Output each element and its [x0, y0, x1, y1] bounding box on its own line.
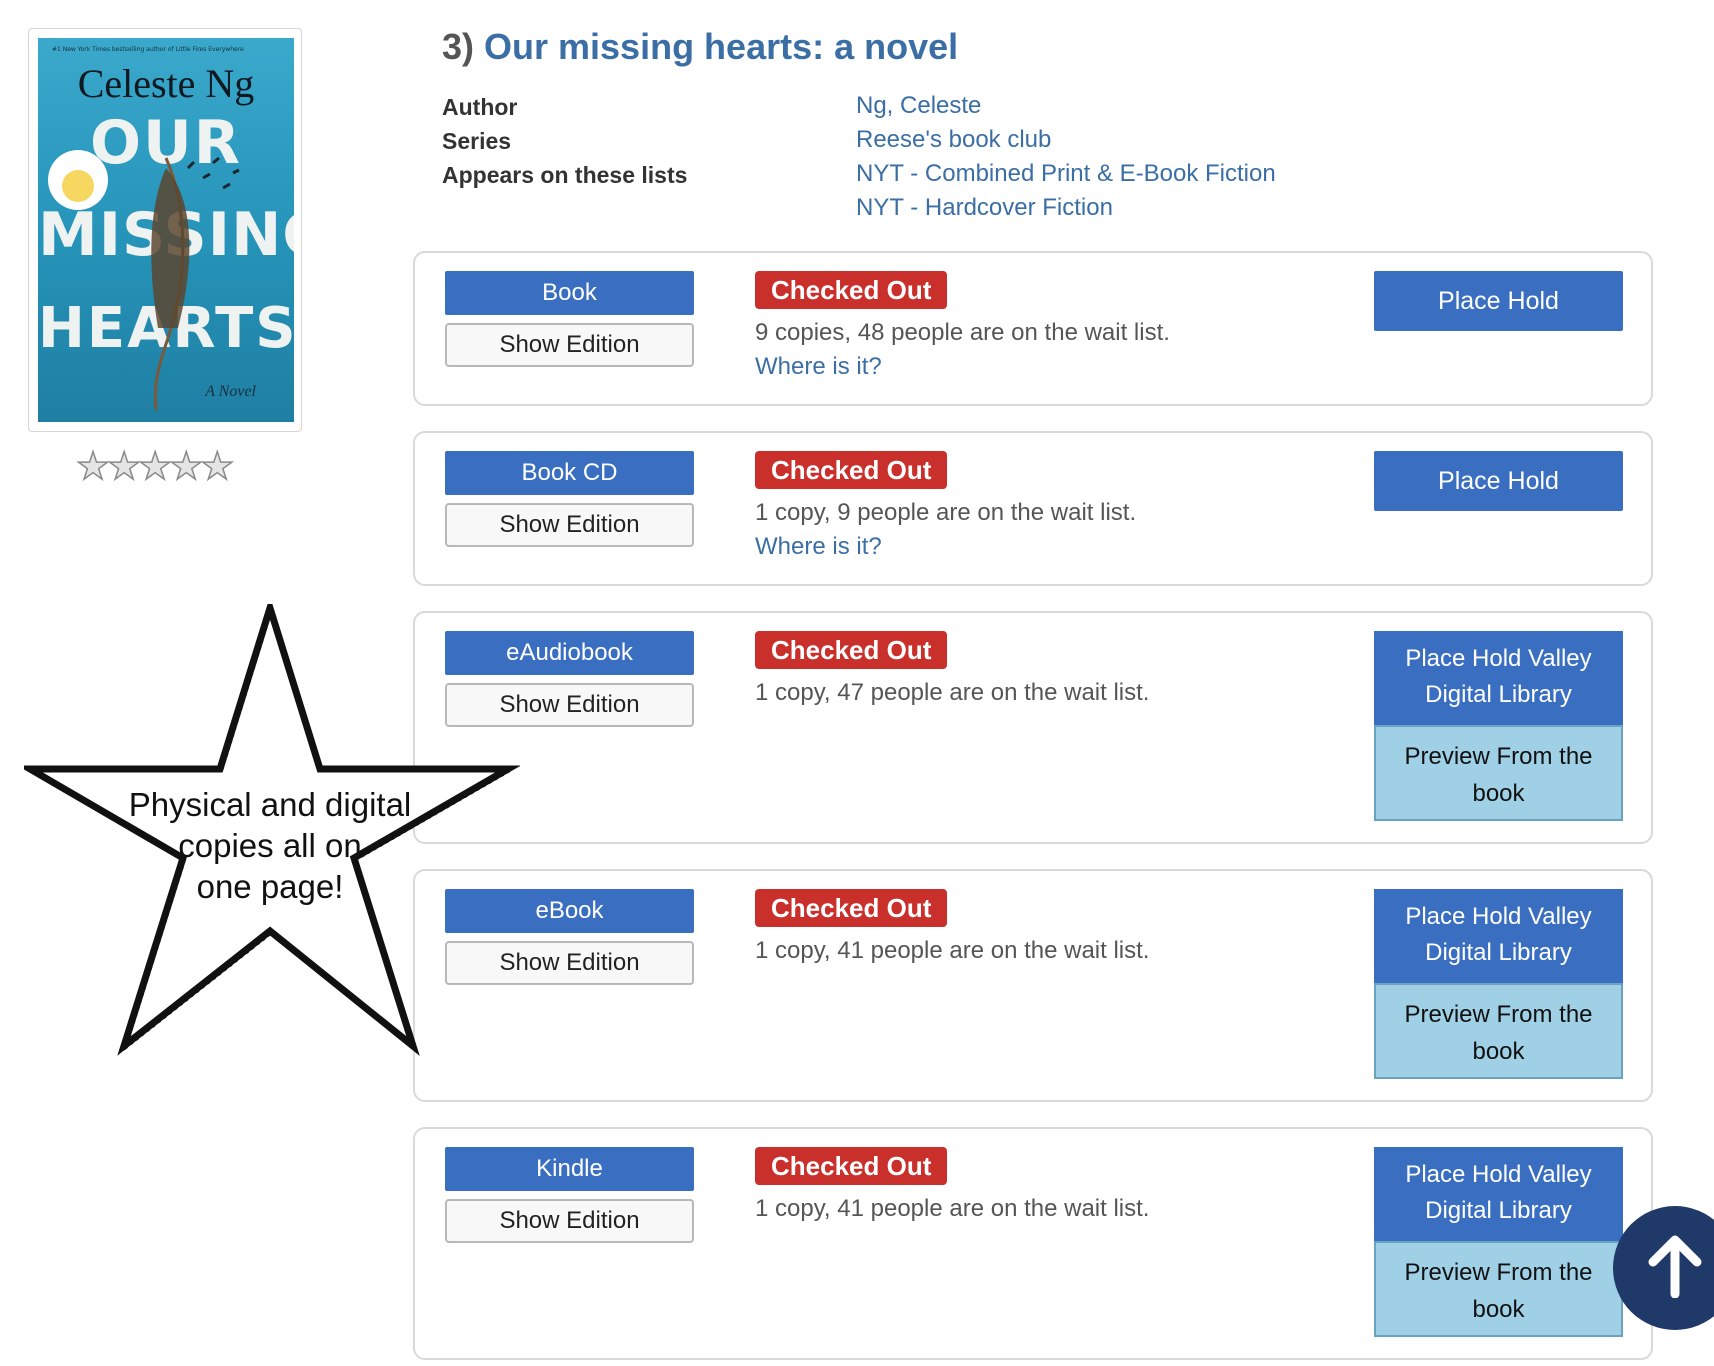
where-is-it-link[interactable]: Where is it?: [755, 353, 882, 381]
author-link[interactable]: Ng, Celeste: [856, 92, 981, 120]
book-cover-image[interactable]: #1 New York Times bestselling author of …: [38, 38, 294, 422]
lists-label: Appears on these lists: [442, 162, 688, 188]
preview-label-line: Preview From the: [1404, 1259, 1593, 1286]
copies-text: 1 copy, 47 people are on the wait list.: [755, 679, 1150, 706]
status-badge: Checked Out: [755, 451, 948, 489]
show-edition-button[interactable]: Show Edition: [445, 503, 694, 547]
hold-label-line: Digital Library: [1425, 681, 1572, 708]
arrow-up-icon: [1648, 1235, 1702, 1298]
where-is-it-link[interactable]: Where is it?: [755, 533, 882, 561]
show-edition-button[interactable]: Show Edition: [445, 323, 694, 367]
author-label: Author: [442, 94, 518, 120]
preview-label-line: book: [1472, 780, 1525, 807]
place-hold-button[interactable]: Place Hold: [1374, 451, 1623, 511]
format-card-book-cd: Book CD Show Edition Checked Out 1 copy,…: [413, 431, 1653, 586]
place-hold-digital-library-button[interactable]: Place Hold Valley Digital Library: [1374, 1147, 1623, 1241]
hold-label-line: Place Hold Valley: [1405, 645, 1592, 672]
copies-text: 1 copy, 41 people are on the wait list.: [755, 937, 1150, 964]
preview-button[interactable]: Preview From the book: [1374, 1241, 1623, 1337]
status-badge: Checked Out: [755, 889, 948, 927]
status-badge: Checked Out: [755, 631, 948, 669]
cover-frame: #1 New York Times bestselling author of …: [28, 28, 302, 432]
copies-text: 1 copy, 41 people are on the wait list.: [755, 1195, 1150, 1222]
hold-label-line: Digital Library: [1425, 939, 1572, 966]
annotation-line: Physical and digital: [128, 786, 412, 823]
hold-label-line: Place Hold Valley: [1405, 903, 1592, 930]
annotation-text: Physical and digital copies all on one p…: [110, 784, 430, 907]
title-link[interactable]: Our missing hearts: a novel: [484, 26, 958, 67]
format-button-book-cd[interactable]: Book CD: [445, 451, 694, 495]
record-number: 3): [442, 26, 475, 67]
preview-label-line: book: [1472, 1038, 1525, 1065]
status-badge: Checked Out: [755, 1147, 948, 1185]
copies-text: 1 copy, 9 people are on the wait list.: [755, 499, 1137, 526]
record-title: 3) Our missing hearts: a novel: [442, 26, 958, 68]
place-hold-button[interactable]: Place Hold: [1374, 271, 1623, 331]
format-button-book[interactable]: Book: [445, 271, 694, 315]
series-link[interactable]: Reese's book club: [856, 126, 1051, 154]
annotation-line: one page!: [196, 868, 344, 905]
format-card-eaudiobook: eAudiobook Show Edition Checked Out 1 co…: [413, 611, 1653, 844]
list-link[interactable]: NYT - Hardcover Fiction: [856, 194, 1113, 222]
preview-label-line: Preview From the: [1404, 1001, 1593, 1028]
preview-button[interactable]: Preview From the book: [1374, 983, 1623, 1079]
hold-label-line: Digital Library: [1425, 1197, 1572, 1224]
feather-icon: [151, 156, 240, 411]
place-hold-digital-library-button[interactable]: Place Hold Valley Digital Library: [1374, 889, 1623, 983]
format-button-kindle[interactable]: Kindle: [445, 1147, 694, 1191]
preview-button[interactable]: Preview From the book: [1374, 725, 1623, 821]
show-edition-button[interactable]: Show Edition: [445, 1199, 694, 1243]
status-badge: Checked Out: [755, 271, 948, 309]
star-rating[interactable]: ★★★★★: [75, 444, 235, 489]
cover-subtitle: A Novel: [205, 383, 256, 400]
copies-text: 9 copies, 48 people are on the wait list…: [755, 319, 1170, 346]
format-card-ebook: eBook Show Edition Checked Out 1 copy, 4…: [413, 869, 1653, 1102]
format-card-kindle: Kindle Show Edition Checked Out 1 copy, …: [413, 1127, 1653, 1360]
hold-label-line: Place Hold Valley: [1405, 1161, 1592, 1188]
preview-label-line: book: [1472, 1296, 1525, 1323]
preview-label-line: Preview From the: [1404, 743, 1593, 770]
list-link[interactable]: NYT - Combined Print & E-Book Fiction: [856, 160, 1276, 188]
series-label: Series: [442, 128, 512, 154]
format-card-book: Book Show Edition Checked Out 9 copies, …: [413, 251, 1653, 406]
annotation-line: copies all on: [178, 827, 362, 864]
place-hold-digital-library-button[interactable]: Place Hold Valley Digital Library: [1374, 631, 1623, 725]
